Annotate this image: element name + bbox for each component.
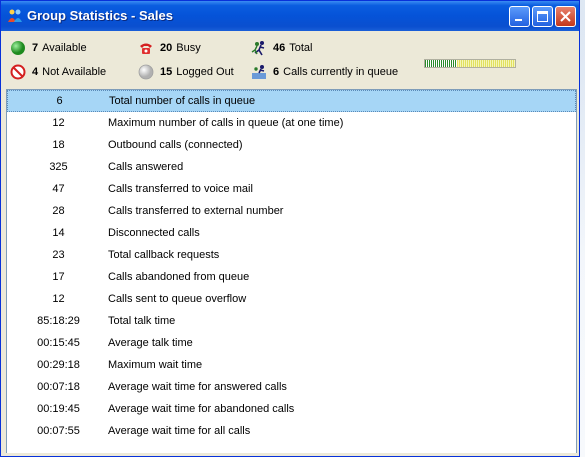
stat-label: Total number of calls in queue xyxy=(109,95,256,107)
stat-label: Calls abandoned from queue xyxy=(108,271,250,283)
stat-label: Average wait time for answered calls xyxy=(108,381,287,393)
phone-busy-icon xyxy=(140,43,152,54)
logged-out-label: Logged Out xyxy=(176,66,234,78)
stat-value: 28 xyxy=(52,205,65,217)
stat-label: Maximum wait time xyxy=(108,359,203,371)
in-queue-count: 6 xyxy=(273,66,280,78)
stat-row[interactable]: 12 Calls sent to queue overflow xyxy=(7,288,576,310)
stat-row[interactable]: 325 Calls answered xyxy=(7,156,576,178)
minimize-button[interactable] xyxy=(509,6,530,27)
green-dot-icon xyxy=(11,41,25,55)
no-entry-icon xyxy=(10,64,26,80)
stat-label: Calls sent to queue overflow xyxy=(108,293,247,305)
stat-value: 00:07:55 xyxy=(37,425,80,437)
stat-value: 00:19:45 xyxy=(37,403,80,415)
stat-label: Average wait time for abandoned calls xyxy=(108,403,295,415)
stat-label: Maximum number of calls in queue (at one… xyxy=(108,117,344,129)
busy-count: 20 xyxy=(160,42,173,54)
not-available-count: 4 xyxy=(32,66,39,78)
title-bar[interactable]: Group Statistics - Sales xyxy=(1,1,579,31)
status-busy: 20 Busy xyxy=(138,40,201,56)
status-not-available: 4 Not Available xyxy=(10,64,106,80)
stat-value: 23 xyxy=(52,249,65,261)
stat-row[interactable]: 23 Total callback requests xyxy=(7,244,576,266)
stat-row[interactable]: 00:07:18 Average wait time for answered c… xyxy=(7,376,576,398)
stat-value: 47 xyxy=(52,183,65,195)
stat-row[interactable]: 6 Total number of calls in queue xyxy=(7,90,576,112)
stat-row[interactable]: 47 Calls transferred to voice mail xyxy=(7,178,576,200)
stat-row[interactable]: 12 Maximum number of calls in queue (at o… xyxy=(7,112,576,134)
close-button[interactable] xyxy=(555,6,576,27)
stat-label: Calls transferred to external number xyxy=(108,205,284,217)
stat-row[interactable]: 28 Calls transferred to external number xyxy=(7,200,576,222)
in-queue-label: Calls currently in queue xyxy=(283,66,399,78)
total-label: Total xyxy=(289,42,313,54)
stat-value: 12 xyxy=(52,293,65,305)
logged-out-count: 15 xyxy=(160,66,173,78)
people-icon xyxy=(8,9,22,22)
grey-dot-icon xyxy=(138,64,154,80)
available-count: 7 xyxy=(32,42,39,54)
stat-label: Calls answered xyxy=(108,161,184,173)
stat-value: 00:29:18 xyxy=(37,359,80,371)
queue-level-meter xyxy=(424,59,516,68)
stat-label: Total talk time xyxy=(108,315,176,327)
stat-row[interactable]: 00:19:45 Average wait time for abandoned … xyxy=(7,398,576,420)
minimize-icon xyxy=(515,19,522,21)
maximize-button[interactable] xyxy=(532,6,553,27)
stat-value: 00:07:18 xyxy=(37,381,80,393)
maximize-icon xyxy=(537,11,548,22)
stat-row[interactable]: 00:29:18 Maximum wait time xyxy=(7,354,576,376)
stat-value: 17 xyxy=(52,271,65,283)
not-available-label: Not Available xyxy=(42,66,107,78)
stat-label: Outbound calls (connected) xyxy=(108,139,243,151)
stat-row[interactable]: 17 Calls abandoned from queue xyxy=(7,266,576,288)
stat-value: 12 xyxy=(52,117,65,129)
stat-label: Calls transferred to voice mail xyxy=(108,183,253,195)
stat-label: Average talk time xyxy=(108,337,193,349)
status-total: 46 Total xyxy=(251,40,313,56)
status-available: 7 Available xyxy=(10,40,87,56)
window-title: Group Statistics - Sales xyxy=(27,8,173,23)
status-logged-out: 15 Logged Out xyxy=(138,64,234,80)
statistics-list[interactable]: 6 Total number of calls in queue 12 Maximum… xyxy=(6,89,577,456)
agent-status-bar: 7 Available 20 Busy 46 Total 4 Not Avail… xyxy=(4,32,576,86)
stat-value: 85:18:29 xyxy=(37,315,80,327)
stat-label: Total callback requests xyxy=(108,249,220,261)
status-in-queue: 6 Calls currently in queue xyxy=(251,64,398,80)
stat-value: 14 xyxy=(52,227,65,239)
stat-value: 6 xyxy=(56,95,63,107)
stat-row[interactable]: 18 Outbound calls (connected) xyxy=(7,134,576,156)
running-people-icon xyxy=(251,41,265,56)
stat-value: 18 xyxy=(52,139,65,151)
stat-value: 325 xyxy=(49,161,68,173)
close-icon xyxy=(560,11,571,22)
available-label: Available xyxy=(42,42,87,54)
stat-label: Disconnected calls xyxy=(108,227,200,239)
queue-people-icon xyxy=(252,65,266,79)
stat-label: Average wait time for all calls xyxy=(108,425,251,437)
stat-row[interactable]: 00:15:45 Average talk time xyxy=(7,332,576,354)
group-statistics-window: Group Statistics - Sales 7 Available 20 … xyxy=(0,0,580,457)
stat-row[interactable]: 00:07:55 Average wait time for all calls xyxy=(7,420,576,442)
stat-row[interactable]: 85:18:29 Total talk time xyxy=(7,310,576,332)
busy-label: Busy xyxy=(176,42,201,54)
total-count: 46 xyxy=(273,42,286,54)
stat-row[interactable]: 14 Disconnected calls xyxy=(7,222,576,244)
stat-value: 00:15:45 xyxy=(37,337,80,349)
